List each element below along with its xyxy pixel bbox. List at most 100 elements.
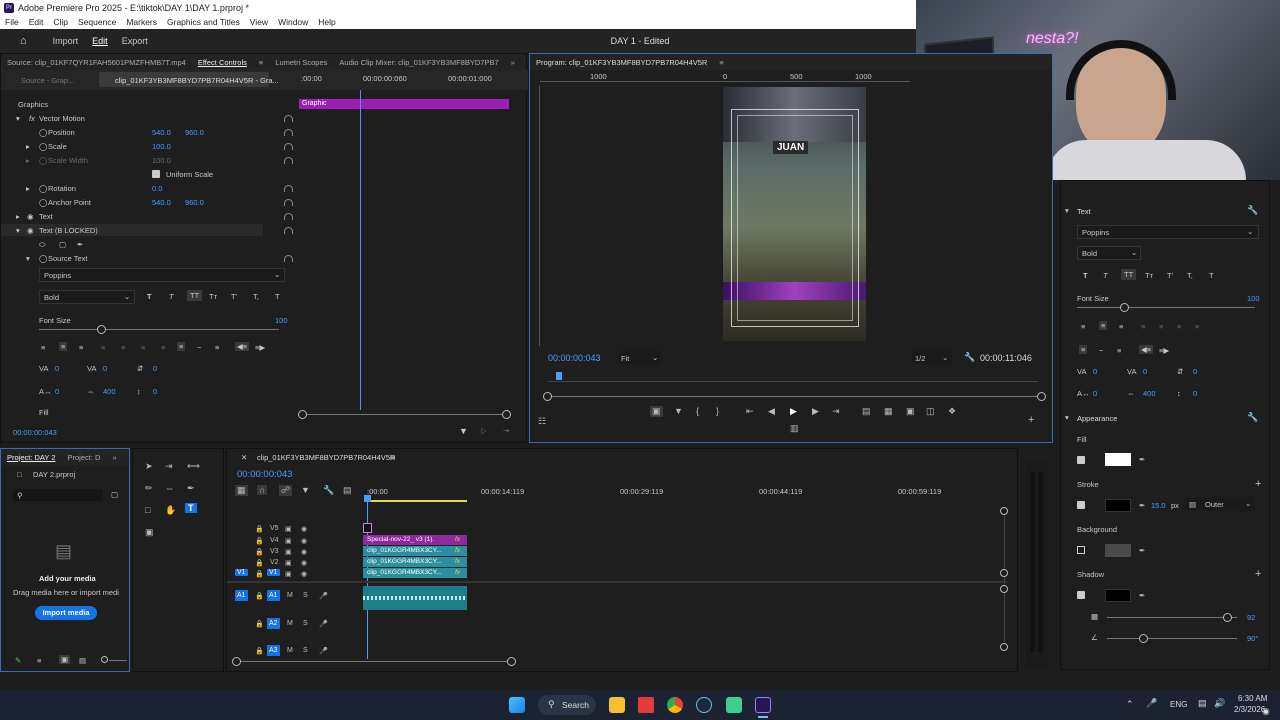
tab-effect-controls[interactable]: Effect Controls <box>192 58 253 67</box>
timeline-zoom-right-knob[interactable] <box>507 657 516 666</box>
type-tool-icon[interactable]: T <box>185 503 197 513</box>
list-view-icon[interactable]: ≡ <box>37 656 41 665</box>
track-v1-label[interactable]: V1 <box>267 569 280 576</box>
eyedropper-icon[interactable]: ✒ <box>1139 501 1145 510</box>
settings-icon[interactable]: ☷ <box>538 416 546 427</box>
chevron-up-icon[interactable]: ⌃ <box>1126 699 1134 710</box>
play-icon[interactable]: ▶ <box>790 406 797 417</box>
text-locked-expand-icon[interactable]: ▾ <box>16 226 20 235</box>
add-button-icon[interactable]: + <box>1028 414 1034 426</box>
stopwatch-icon[interactable]: ◯ <box>39 254 47 263</box>
slip-tool-icon[interactable]: ⇔ <box>165 483 174 493</box>
background-swatch[interactable] <box>1105 544 1131 557</box>
source-text-expand-icon[interactable]: ▾ <box>26 254 30 263</box>
sync-icon[interactable]: ▣ <box>285 525 292 533</box>
rectangle-tool-icon[interactable]: □ <box>145 505 150 515</box>
program-zoom-left-knob[interactable] <box>543 392 552 401</box>
shadow-angle-value[interactable]: 90° <box>1247 634 1258 643</box>
source-a1-patch[interactable]: A1 <box>235 590 248 601</box>
align-center-icon[interactable]: ≡ <box>59 342 68 351</box>
ellipse-mask-icon[interactable]: ⬭ <box>39 240 45 250</box>
filter-icon[interactable]: ▼ <box>459 426 468 436</box>
font-size-slider[interactable] <box>39 329 279 330</box>
align-right-icon[interactable]: ≡ <box>79 343 83 352</box>
track-a2-label[interactable]: A2 <box>267 618 280 629</box>
clock-time[interactable]: 6:30 AM <box>1238 694 1267 703</box>
eg-tracking-b-field[interactable]: 0 <box>1143 367 1147 376</box>
justify-all-icon[interactable]: ≡ <box>1195 322 1199 331</box>
vscroll-knob[interactable] <box>1000 507 1008 515</box>
small-caps-icon[interactable]: Tᴛ <box>1145 271 1153 280</box>
discord-icon[interactable] <box>726 697 742 713</box>
fill-swatch[interactable] <box>1105 453 1131 466</box>
source-graphic-tab[interactable]: Source - Grap... <box>21 76 74 85</box>
sync-icon[interactable]: ▣ <box>285 559 292 567</box>
track-a1-label[interactable]: A1 <box>267 590 280 601</box>
premiere-pro-icon[interactable] <box>755 697 771 713</box>
eyedropper-icon[interactable]: ✒ <box>1139 546 1145 555</box>
justify-right-icon[interactable]: ≡ <box>141 343 145 352</box>
nest-icon[interactable]: ▦ <box>235 485 248 496</box>
tab-project-d[interactable]: Project: D <box>62 453 107 462</box>
mute-button[interactable]: M <box>287 620 293 627</box>
fill-checkbox[interactable] <box>1077 456 1085 464</box>
lock-icon[interactable]: 🔒 <box>255 592 264 600</box>
timeline-timecode[interactable]: 00:00:00:043 <box>237 469 292 480</box>
ec-zoom-slider[interactable] <box>303 414 507 415</box>
solo-button[interactable]: S <box>303 620 308 627</box>
align-middle-icon[interactable]: − <box>1099 346 1103 355</box>
eye-icon[interactable]: ◉ <box>301 559 307 567</box>
reset-icon[interactable] <box>284 185 293 192</box>
ripple-edit-icon[interactable]: ⟷ <box>187 461 200 472</box>
lock-icon[interactable]: 🔒 <box>255 537 264 545</box>
shadow-opacity-value[interactable]: 92 <box>1247 613 1255 622</box>
lift-icon[interactable]: ▤ <box>862 406 871 417</box>
linked-selection-icon[interactable]: ☍ <box>279 485 293 496</box>
rtl-icon[interactable]: ≡▶ <box>255 343 265 352</box>
eg-leading-field[interactable]: 0 <box>1193 367 1197 376</box>
reset-icon[interactable] <box>284 199 293 206</box>
eye-icon[interactable]: ◉ <box>301 537 307 545</box>
generative-extend-icon[interactable]: ▣ <box>145 527 154 538</box>
menu-window[interactable]: Window <box>273 17 313 27</box>
font-size-value[interactable]: 100 <box>275 316 288 325</box>
sync-icon[interactable]: ▣ <box>285 537 292 545</box>
zoom-slider[interactable] <box>109 660 127 661</box>
stopwatch-icon[interactable]: ◯ <box>39 198 47 207</box>
reset-icon[interactable] <box>284 255 293 262</box>
shadow-angle-slider[interactable] <box>1107 638 1237 639</box>
close-icon[interactable]: ✕ <box>241 453 247 462</box>
export-icon[interactable]: ⇥ <box>503 426 509 435</box>
clip-v1[interactable]: clip_01KGGR4MBX3CY... <box>363 568 467 578</box>
go-to-in-icon[interactable]: ⇤ <box>746 406 754 417</box>
ec-timecode[interactable]: 00:00:00:043 <box>13 428 57 437</box>
file-explorer-icon[interactable] <box>609 697 625 713</box>
menu-markers[interactable]: Markers <box>121 17 162 27</box>
lock-icon[interactable]: 🔒 <box>255 647 264 655</box>
align-center-icon[interactable]: ≡ <box>1099 321 1108 330</box>
timeline-wrench-icon[interactable]: 🔧 <box>323 485 334 496</box>
eye-icon[interactable]: ◉ <box>27 226 34 235</box>
lock-icon[interactable]: 🔒 <box>255 570 264 578</box>
comparison-view-icon[interactable]: ◫ <box>926 406 935 417</box>
justify-left-icon[interactable]: ≡ <box>101 343 105 352</box>
tsume-field[interactable]: 0 <box>55 387 59 396</box>
timeline-vscroll[interactable] <box>1004 509 1005 649</box>
justify-all-icon[interactable]: ≡ <box>161 343 165 352</box>
align-right-icon[interactable]: ≡ <box>1119 322 1123 331</box>
reset-icon[interactable] <box>284 227 293 234</box>
stopwatch-icon[interactable]: ◯ <box>39 142 47 151</box>
eg-font-size-knob[interactable] <box>1120 303 1129 312</box>
project-search-input[interactable] <box>13 489 103 501</box>
eye-icon[interactable]: ◉ <box>301 548 307 556</box>
italic-icon[interactable]: T <box>1103 271 1108 280</box>
snap-icon[interactable]: ∩ <box>257 485 268 495</box>
bold-icon[interactable]: T <box>1083 271 1088 280</box>
pen-tool-icon[interactable]: ✒ <box>187 483 195 494</box>
bold-icon[interactable]: T <box>147 292 152 301</box>
menu-help[interactable]: Help <box>313 17 340 27</box>
program-zoom-right-knob[interactable] <box>1037 392 1046 401</box>
font-dropdown[interactable] <box>39 268 285 282</box>
language-indicator[interactable]: ENG <box>1170 700 1187 709</box>
ec-zoom-right-knob[interactable] <box>502 410 511 419</box>
